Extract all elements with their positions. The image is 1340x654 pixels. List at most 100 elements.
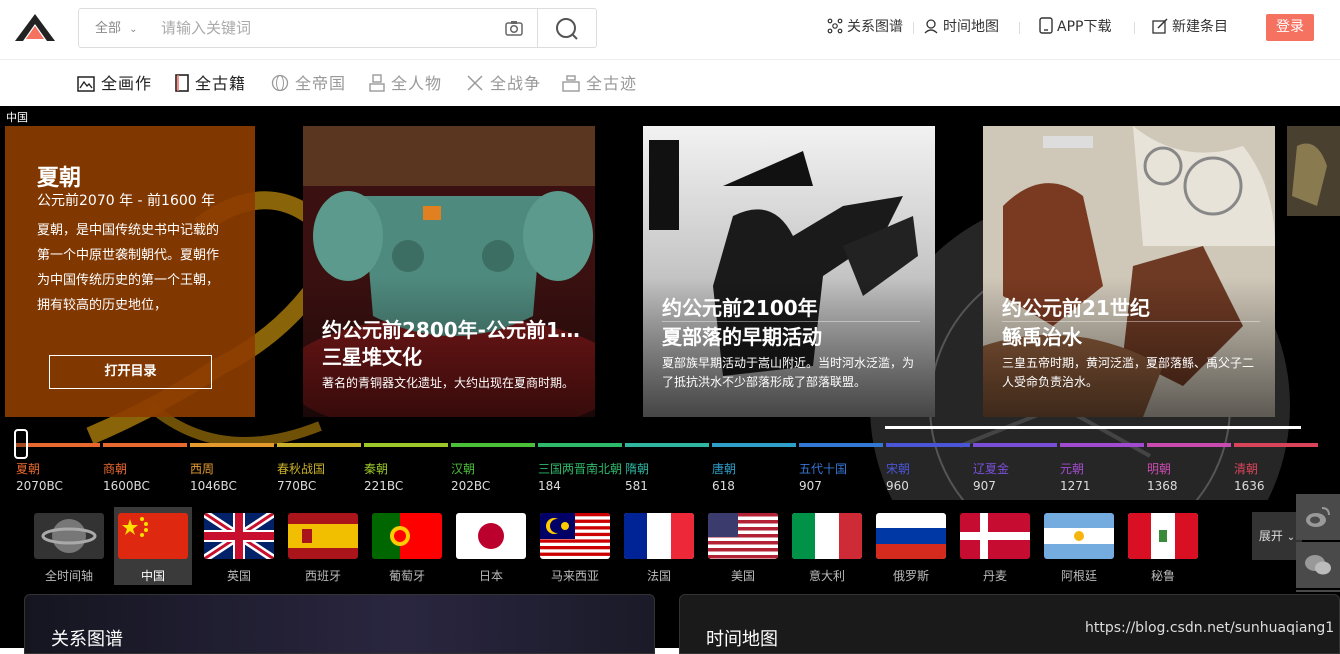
search-scope-dropdown[interactable]: 全部 ⌄	[95, 9, 138, 47]
timeline-dynasty-year: 1636	[1234, 479, 1265, 493]
dynasty-timeline-track[interactable]	[14, 443, 1320, 447]
country-russia[interactable]: 俄罗斯	[872, 507, 950, 585]
expand-countries-button[interactable]: 展开 ⌄	[1252, 512, 1302, 560]
country-globe[interactable]: 全时间轴	[30, 507, 108, 585]
country-argentina[interactable]: 阿根廷	[1040, 507, 1118, 585]
country-peru[interactable]: 秘鲁	[1124, 507, 1202, 585]
timeline-dynasty-name[interactable]: 明朝	[1147, 460, 1171, 477]
russia-flag-icon	[876, 513, 946, 559]
open-catalog-button[interactable]: 打开目录	[49, 355, 212, 389]
category-monuments[interactable]: 全古迹	[562, 72, 637, 96]
event-card[interactable]: 约公元前2800年-公元前110… 三星堆文化 著名的青铜器文化遗址，大约出现在…	[303, 126, 595, 417]
country-spain[interactable]: 西班牙	[284, 507, 362, 585]
login-button[interactable]: 登录	[1266, 14, 1314, 41]
country-name: 意大利	[808, 569, 845, 583]
nav-link-app-download[interactable]: APP下载	[1039, 16, 1111, 38]
country-italy[interactable]: 意大利	[788, 507, 866, 585]
timeline-dynasty-year: 221BC	[364, 479, 404, 493]
timeline-slider-handle[interactable]	[14, 429, 28, 459]
event-card-date: 约公元前2100年	[662, 296, 818, 320]
search-scope-label: 全部	[95, 21, 122, 36]
timeline-dynasty-name[interactable]: 清朝	[1234, 460, 1258, 477]
timeline-segment[interactable]	[1147, 443, 1231, 447]
region-label: 中国	[6, 111, 28, 124]
search-input[interactable]	[161, 9, 491, 47]
country-france[interactable]: 法国	[620, 507, 698, 585]
country-portugal[interactable]: 葡萄牙	[368, 507, 446, 585]
country-china[interactable]: 中国	[114, 507, 192, 585]
wechat-share-button[interactable]	[1296, 542, 1340, 588]
category-paintings[interactable]: 全画作	[77, 72, 152, 96]
timeline-dynasty-name[interactable]: 辽夏金	[973, 460, 1009, 477]
category-bar: 全画作 全古籍 全帝国 全人物 全战争 全古迹	[0, 60, 1340, 106]
relationship-graph-panel[interactable]: 关系图谱	[24, 594, 655, 654]
category-people[interactable]: 全人物	[369, 72, 442, 96]
denmark-flag-icon	[960, 513, 1030, 559]
country-uk[interactable]: 英国	[200, 507, 278, 585]
timeline-dynasty-year: 2070BC	[16, 479, 63, 493]
event-card[interactable]: 约公元前21世纪 鲧禹治水 三皇五帝时期，黄河泛滥，夏部落鲧、禹父子二人受命负责…	[983, 126, 1275, 417]
timeline-dynasty-name[interactable]: 宋朝	[886, 460, 910, 477]
timeline-dynasty-name[interactable]: 三国两晋南北朝	[538, 460, 622, 477]
timeline-segment[interactable]	[886, 443, 970, 447]
phone-icon	[1039, 17, 1053, 34]
timeline-segment[interactable]	[1234, 443, 1318, 447]
chevron-down-icon: ⌄	[129, 24, 138, 35]
timeline-dynasty-year: 1046BC	[190, 479, 237, 493]
timeline-dynasty-year: 202BC	[451, 479, 491, 493]
timeline-segment[interactable]	[538, 443, 622, 447]
timeline-segment[interactable]	[451, 443, 535, 447]
timeline-segment[interactable]	[799, 443, 883, 447]
event-card[interactable]: 约公元前2100年 夏部落的早期活动 夏部族早期活动于嵩山附近。当时河水泛滥，为…	[643, 126, 935, 417]
country-usa[interactable]: 美国	[704, 507, 782, 585]
category-books[interactable]: 全古籍	[175, 72, 246, 96]
timeline-segment[interactable]	[103, 443, 187, 447]
timeline-segment[interactable]	[712, 443, 796, 447]
timeline-segment[interactable]	[1060, 443, 1144, 447]
timeline-dynasty-name[interactable]: 春秋战国	[277, 460, 325, 477]
timeline-segment[interactable]	[16, 443, 100, 447]
usa-flag-icon	[708, 513, 778, 559]
country-name: 全时间轴	[44, 569, 93, 583]
book-icon	[175, 74, 189, 92]
panel-title: 关系图谱	[51, 629, 123, 650]
next-card-peek[interactable]	[1287, 126, 1340, 216]
timeline-dynasty-name[interactable]: 汉朝	[451, 460, 475, 477]
watermark-text: https://blog.csdn.net/sunhuaqiang1	[1085, 620, 1335, 636]
country-name: 丹麦	[982, 569, 1007, 583]
timeline-segment[interactable]	[190, 443, 274, 447]
nav-link-time-map[interactable]: 时间地图	[923, 16, 999, 38]
timeline-segment[interactable]	[364, 443, 448, 447]
timeline-dynasty-name[interactable]: 唐朝	[712, 460, 736, 477]
timeline-segment[interactable]	[625, 443, 709, 447]
timeline-dynasty-name[interactable]: 五代十国	[799, 460, 847, 477]
category-wars[interactable]: 全战争	[466, 72, 541, 96]
panel-title: 时间地图	[706, 629, 778, 650]
country-malaysia[interactable]: 马来西亚	[536, 507, 614, 585]
timeline-segment[interactable]	[277, 443, 361, 447]
country-name: 西班牙	[304, 569, 341, 583]
timeline-dynasty-name[interactable]: 隋朝	[625, 460, 649, 477]
site-logo[interactable]	[14, 12, 56, 42]
timeline-dynasty-name[interactable]: 夏朝	[16, 460, 40, 477]
country-name: 英国	[226, 569, 251, 583]
timeline-dynasty-name[interactable]: 西周	[190, 460, 214, 477]
map-pin-icon	[924, 19, 938, 34]
category-empires[interactable]: 全帝国	[271, 72, 346, 96]
event-card-date: 约公元前2800年-公元前110…	[322, 318, 584, 342]
timeline-dynasty-name[interactable]: 商朝	[103, 460, 127, 477]
timeline-dynasty-name[interactable]: 秦朝	[364, 460, 388, 477]
camera-icon[interactable]	[505, 20, 523, 36]
country-name: 美国	[730, 569, 755, 583]
country-japan[interactable]: 日本	[452, 507, 530, 585]
nav-link-new-entry[interactable]: 新建条目	[1152, 16, 1228, 38]
timeline-dynasty-name[interactable]: 元朝	[1060, 460, 1084, 477]
weibo-share-button[interactable]	[1296, 494, 1340, 540]
timeline-segment[interactable]	[973, 443, 1057, 447]
timeline-dynasty-year: 1368	[1147, 479, 1178, 493]
dynasty-intro-panel: 夏朝 公元前2070 年 - 前1600 年 夏朝，是中国传统史书中记载的第一个…	[5, 126, 255, 417]
nav-link-relationship-graph[interactable]: 关系图谱	[827, 16, 903, 38]
country-denmark[interactable]: 丹麦	[956, 507, 1034, 585]
search-icon[interactable]	[555, 17, 579, 41]
person-icon	[369, 74, 385, 92]
